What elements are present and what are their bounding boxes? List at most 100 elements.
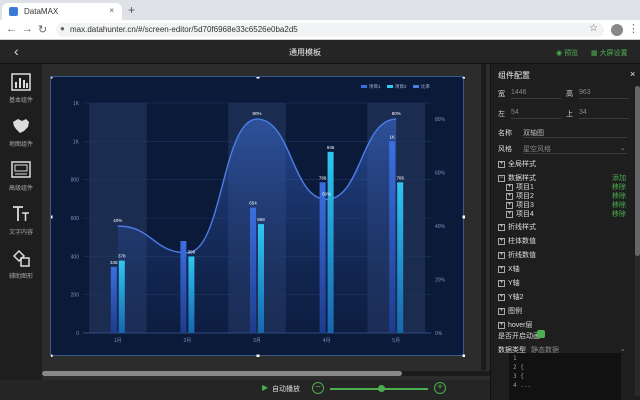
bar-value-label: 786 (396, 175, 404, 180)
play-icon[interactable]: ▶ (262, 383, 268, 392)
x-tick-label: 3月 (253, 338, 261, 344)
item-label: 项目4 (516, 211, 534, 218)
line-value-label: 80% (252, 111, 261, 116)
scrollbar-thumb[interactable] (635, 86, 640, 256)
shapes-icon (11, 248, 31, 268)
close-tab-icon[interactable]: × (109, 6, 114, 15)
dual-axis-chart: 0 200 400 600 800 1K 1K 0% 20% 40% 60% 80% 1月 2月 3月 4月 5… (49, 75, 466, 358)
sidebar-item-label: 辅助图形 (8, 274, 33, 280)
x-tick-label: 5月 (392, 338, 400, 344)
bar (110, 266, 117, 333)
y-tick-label: 200 (71, 293, 80, 299)
autoplay-label[interactable]: 自动播放 (272, 384, 300, 394)
line-area (117, 119, 397, 333)
editor-header: ‹ 通用模板 ◉ 预览 ▦ 大屏设置 (0, 40, 640, 64)
scrollbar-thumb[interactable] (42, 371, 402, 376)
sidebar-item-basic-components[interactable]: 基本组件 (0, 72, 42, 112)
height-field[interactable]: 963 (579, 89, 591, 96)
sidebar-item-advanced-components[interactable]: 高级组件 (0, 160, 42, 200)
sidebar-item-label: 文字内容 (8, 230, 33, 236)
animation-toggle[interactable] (537, 330, 545, 338)
resize-handle (462, 75, 466, 79)
chevron-down-icon[interactable]: ⌄ (620, 144, 626, 152)
screen-settings-button[interactable]: ▦ 大屏设置 (591, 48, 628, 58)
code-line: 3 { (513, 373, 524, 380)
section-label: hover层 (508, 322, 533, 329)
expand-icon: + (506, 192, 513, 200)
browser-toolbar: ← → ↻ ● max.datahunter.cn/#/screen-edito… (0, 20, 640, 40)
section-x-axis[interactable]: + X轴 (498, 264, 520, 274)
bookmark-star-icon[interactable]: ☆ (589, 23, 598, 34)
line-value-label: 50% (322, 191, 331, 196)
close-icon[interactable]: × (630, 69, 635, 79)
width-field[interactable]: 1446 (511, 89, 527, 96)
sidebar-item-map-components[interactable]: 地图组件 (0, 116, 42, 156)
back-arrow-icon[interactable]: ← (6, 23, 17, 35)
zoom-out-button[interactable]: − (312, 382, 324, 394)
section-line-value[interactable]: + 折线数值 (498, 250, 536, 260)
bar-value-label: 945 (327, 145, 335, 150)
url-text[interactable]: max.datahunter.cn/#/screen-editor/5d70f6… (70, 25, 298, 34)
item-label: 项目3 (516, 202, 534, 209)
item-label: 项目1 (516, 184, 534, 191)
legend-swatch (361, 85, 367, 88)
section-y-axis[interactable]: + Y轴 (498, 278, 520, 288)
y2-tick-label: 0% (435, 331, 443, 337)
preview-button[interactable]: ◉ 预览 (556, 48, 578, 58)
reload-icon[interactable]: ↻ (38, 23, 47, 36)
new-tab-button[interactable]: + (128, 3, 135, 17)
section-bar-value[interactable]: + 柱体数值 (498, 236, 536, 246)
resize-handle (256, 75, 260, 79)
top-field[interactable]: 34 (579, 109, 587, 116)
section-label: 图例 (508, 308, 522, 315)
width-label: 宽 (498, 91, 505, 98)
section-line-style[interactable]: + 折线样式 (498, 222, 536, 232)
y-tick-label: 1K (73, 101, 80, 107)
section-label: 柱体数值 (508, 238, 536, 245)
sidebar-item-shapes[interactable]: 辅助图形 (0, 248, 42, 288)
canvas-vertical-scrollbar[interactable] (481, 64, 486, 370)
browser-menu-icon[interactable]: ⋮ (628, 22, 639, 35)
address-bar[interactable]: ● max.datahunter.cn/#/screen-editor/5d70… (56, 23, 604, 37)
editor-canvas[interactable]: 0 200 400 600 800 1K 1K 0% 20% 40% 60% 80% 1月 2月 3月 4月 5… (42, 64, 490, 380)
y-tick-label: 0 (76, 331, 79, 337)
panel-scrollbar[interactable] (635, 86, 640, 396)
section-label: 全局样式 (508, 161, 536, 168)
profile-avatar[interactable] (611, 24, 623, 36)
preview-label: 预览 (564, 50, 579, 57)
resize-handle (462, 215, 466, 219)
sidebar-item-text-content[interactable]: 文字内容 (0, 204, 42, 244)
bar (250, 207, 256, 333)
browser-tab[interactable]: DataMAX × (2, 3, 122, 20)
dual-axis-chart-widget[interactable]: 0 200 400 600 800 1K 1K 0% 20% 40% 60% 80% 1月 2月 3月 4月 5… (49, 75, 466, 358)
chevron-down-icon[interactable]: ⌄ (620, 345, 626, 353)
line-value-label: 40% (113, 218, 122, 223)
section-label: X轴 (508, 266, 520, 273)
expand-icon: + (498, 223, 505, 231)
y-tick-label: 800 (71, 178, 80, 184)
bar-value-label: 378 (118, 254, 126, 259)
section-label: Y轴 (508, 280, 520, 287)
panel-title: 组件配置 (498, 71, 530, 80)
data-code-editor[interactable]: 1 2 { 3 { 4 ... (509, 353, 621, 400)
data-item-4[interactable]: + 项目4 (506, 209, 534, 219)
animation-toggle-label: 是否开启动画 (498, 333, 540, 340)
section-global-style[interactable]: + 全局样式 (498, 159, 536, 169)
section-label: Y轴2 (508, 294, 524, 301)
section-y-axis2[interactable]: + Y轴2 (498, 292, 524, 302)
sidebar-item-label: 基本组件 (8, 98, 33, 104)
legend-swatch (413, 85, 419, 88)
remove-item-button[interactable]: 移除 (612, 209, 626, 219)
collapse-icon: − (498, 174, 505, 182)
bar (118, 260, 125, 333)
x-tick-label: 1月 (114, 338, 122, 344)
left-field[interactable]: 54 (511, 109, 519, 116)
canvas-horizontal-scrollbar[interactable] (42, 371, 490, 376)
expand-icon: + (498, 160, 505, 168)
forward-arrow-icon[interactable]: → (22, 23, 33, 35)
zoom-slider-handle[interactable] (377, 385, 385, 392)
section-legend[interactable]: + 图例 (498, 306, 522, 316)
sidebar-item-label: 地图组件 (8, 142, 33, 148)
zoom-in-button[interactable]: + (434, 382, 446, 394)
section-hover[interactable]: + hover层 (498, 320, 533, 330)
